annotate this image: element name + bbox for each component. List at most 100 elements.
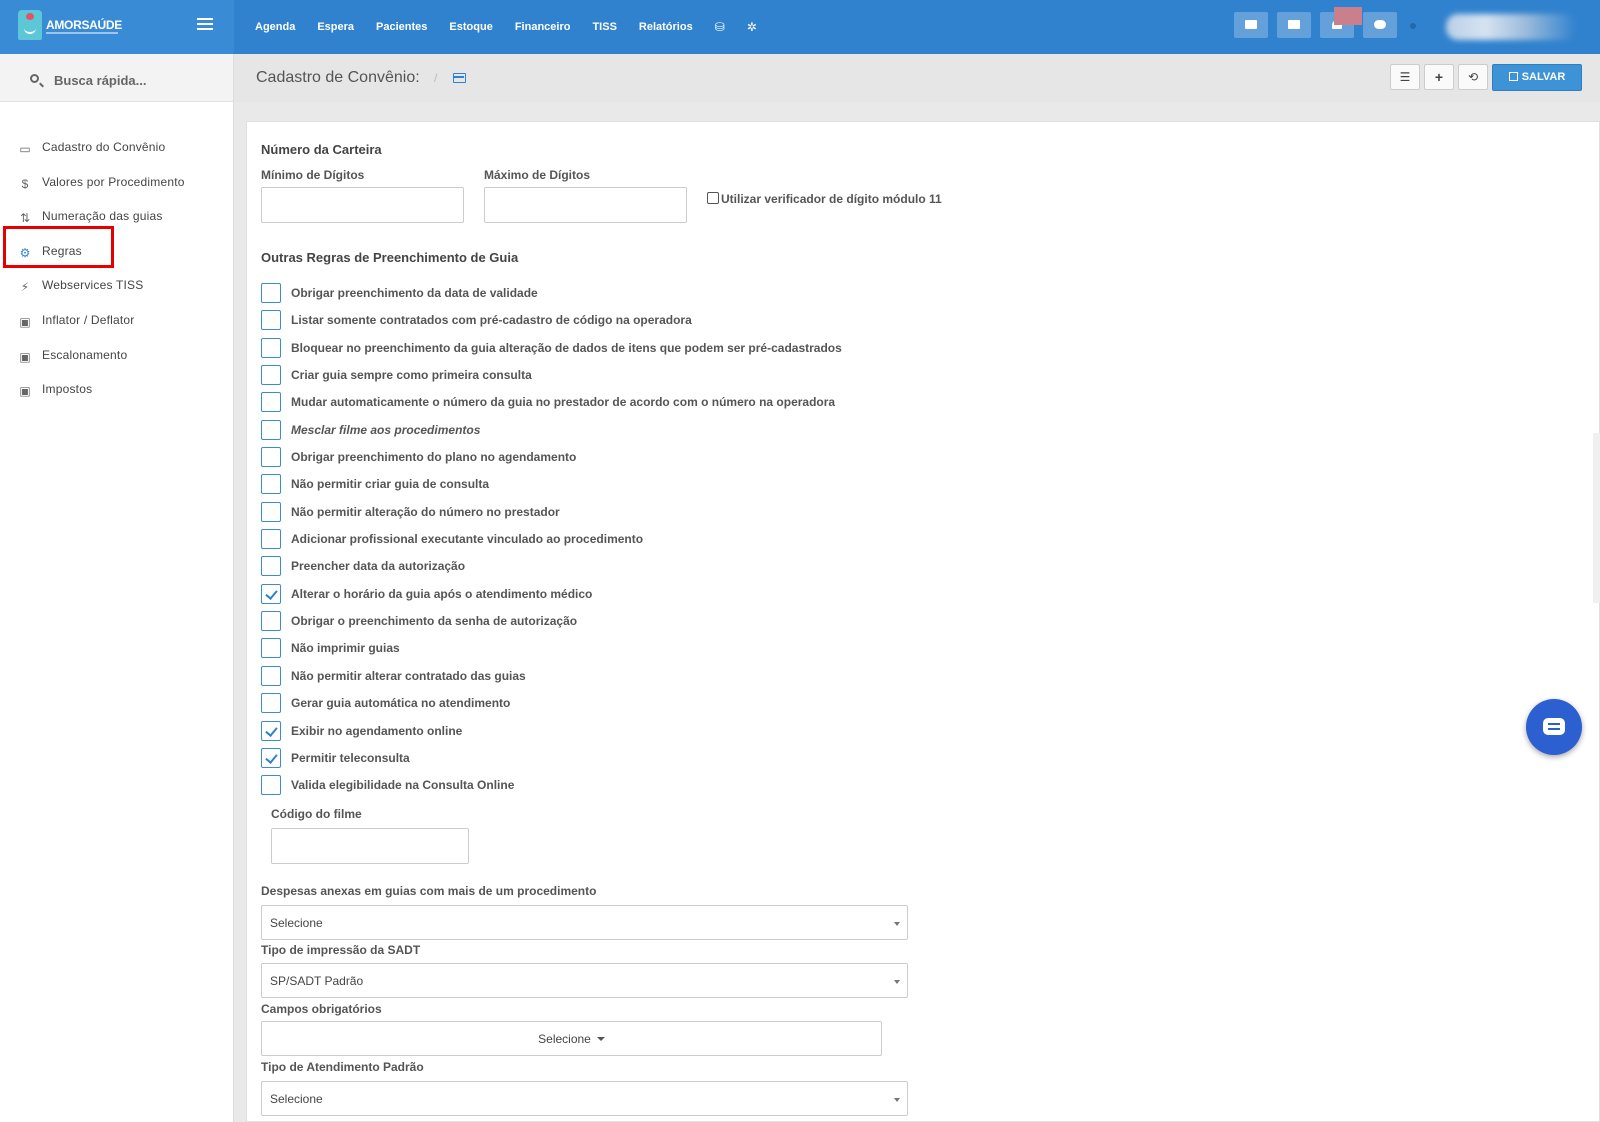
chat-widget-button[interactable] — [1526, 699, 1582, 755]
list-view-button[interactable]: ☰ — [1390, 64, 1420, 90]
sidebar-item-webservices[interactable]: ⚡ Webservices TISS — [0, 270, 234, 305]
checkbox-checked[interactable] — [261, 747, 281, 768]
sidebar-item-regras[interactable]: ⚙ Regras — [0, 236, 234, 271]
nav-agenda[interactable]: Agenda — [255, 21, 295, 33]
rule-option[interactable]: Não permitir alterar contratado das guia… — [261, 664, 1061, 691]
rule-option[interactable]: Alterar o horário da guia após o atendim… — [261, 582, 1061, 609]
history-button[interactable]: ⟲ — [1458, 64, 1488, 90]
inbox-icon — [1245, 20, 1257, 29]
checkbox[interactable] — [261, 693, 281, 714]
sidebar-item-label: Webservices TISS — [42, 278, 144, 293]
sidebar-item-cadastro[interactable]: ▭ Cadastro do Convênio — [0, 132, 234, 167]
nav-pacientes[interactable]: Pacientes — [376, 21, 427, 33]
logo-icon[interactable] — [18, 10, 42, 40]
logo-area: AMORSAÚDE — [0, 0, 234, 54]
rule-option[interactable]: Adicionar profissional executante vincul… — [261, 527, 1061, 554]
checkbox[interactable] — [261, 447, 281, 468]
inbox-button[interactable] — [1234, 12, 1268, 38]
rule-option[interactable]: Obrigar o preenchimento da senha de auto… — [261, 609, 1061, 636]
save-icon — [1508, 72, 1518, 81]
quick-search[interactable]: Busca rápida... — [0, 54, 233, 102]
checkbox-checked[interactable] — [261, 583, 281, 604]
checkbox[interactable] — [261, 611, 281, 632]
checkbox-checked[interactable] — [261, 720, 281, 741]
sidebar-item-escalonamento[interactable]: ▣ Escalonamento — [0, 340, 234, 375]
nav-financeiro[interactable]: Financeiro — [515, 21, 571, 33]
nav-estoque[interactable]: Estoque — [449, 21, 492, 33]
sidebar-item-valores[interactable]: $ Valores por Procedimento — [0, 167, 234, 202]
checkbox[interactable] — [261, 392, 281, 413]
checkbox[interactable] — [261, 665, 281, 686]
list-button[interactable] — [1277, 12, 1311, 38]
campos-label: Campos obrigatórios — [261, 1002, 382, 1016]
money-icon: ▣ — [19, 384, 31, 399]
nav-relatorios[interactable]: Relatórios — [639, 21, 693, 33]
checkbox[interactable] — [261, 365, 281, 386]
rule-option[interactable]: Listar somente contratados com pré-cadas… — [261, 308, 1061, 335]
rule-option[interactable]: Bloquear no preenchimento da guia altera… — [261, 336, 1061, 363]
checkbox[interactable] — [261, 310, 281, 331]
rule-label: Permitir teleconsulta — [291, 750, 410, 765]
despesas-select[interactable]: Selecione — [261, 905, 908, 940]
nav-espera[interactable]: Espera — [317, 21, 354, 33]
mod11-checkbox[interactable]: Utilizar verificador de dígito módulo 11 — [707, 192, 942, 206]
rule-option[interactable]: Não imprimir guias — [261, 636, 1061, 663]
main-nav: Agenda Espera Pacientes Estoque Financei… — [244, 0, 768, 54]
atendimento-select[interactable]: Selecione — [261, 1081, 908, 1116]
rule-label: Obrigar preenchimento do plano no agenda… — [291, 450, 577, 465]
quick-search-label: Busca rápida... — [54, 73, 147, 88]
film-code-input[interactable] — [271, 828, 469, 864]
checkbox[interactable] — [261, 337, 281, 358]
rule-label: Alterar o horário da guia após o atendim… — [291, 586, 593, 601]
mod11-checkbox-box[interactable] — [707, 192, 719, 204]
user-menu[interactable] — [1446, 14, 1576, 40]
rule-option[interactable]: Mudar automaticamente o número da guia n… — [261, 390, 1061, 417]
nav-tiss[interactable]: TISS — [592, 21, 616, 33]
rule-label: Obrigar preenchimento da data de validad… — [291, 286, 538, 300]
checkbox[interactable] — [261, 474, 281, 495]
rule-option[interactable]: Permitir teleconsulta — [261, 746, 1061, 773]
messages-button[interactable] — [1363, 12, 1397, 38]
checkbox[interactable] — [261, 283, 281, 303]
campos-multiselect[interactable]: Selecione — [261, 1021, 882, 1056]
despesas-label: Despesas anexas em guias com mais de um … — [261, 884, 597, 898]
min-digits-input[interactable] — [261, 187, 464, 223]
checkbox[interactable] — [261, 556, 281, 577]
checkbox[interactable] — [261, 501, 281, 522]
sadt-select[interactable]: SP/SADT Padrão — [261, 963, 908, 998]
rule-option[interactable]: Criar guia sempre como primeira consulta — [261, 363, 1061, 390]
checkbox[interactable] — [261, 638, 281, 659]
sidebar-item-numeracao[interactable]: ⇅ Numeração das guias — [0, 201, 234, 236]
add-button[interactable]: + — [1424, 64, 1454, 90]
rule-option[interactable]: Exibir no agendamento online — [261, 719, 1061, 746]
rule-option[interactable]: Não permitir alteração do número no pres… — [261, 500, 1061, 527]
rule-label: Não imprimir guias — [291, 641, 400, 656]
checkbox[interactable] — [261, 775, 281, 796]
max-digits-input[interactable] — [484, 187, 687, 223]
search-icon — [30, 74, 39, 83]
rule-label: Adicionar profissional executante vincul… — [291, 532, 644, 547]
rule-option[interactable]: Obrigar preenchimento da data de validad… — [261, 281, 1061, 308]
money-icon: ▣ — [19, 314, 31, 329]
sidebar-menu: ▭ Cadastro do Convênio $ Valores por Pro… — [0, 132, 234, 409]
rule-option[interactable]: Não permitir criar guia de consulta — [261, 472, 1061, 499]
checkbox[interactable] — [261, 419, 281, 440]
rule-option[interactable]: Valida elegibilidade na Consulta Online — [261, 773, 1061, 800]
logo-text[interactable]: AMORSAÚDE — [46, 18, 122, 32]
campos-value-text: Selecione — [538, 1032, 591, 1046]
sidebar-item-inflator[interactable]: ▣ Inflator / Deflator — [0, 305, 234, 340]
save-button[interactable]: SALVAR — [1492, 64, 1582, 91]
credit-card-icon — [453, 73, 466, 83]
rule-option[interactable]: Obrigar preenchimento do plano no agenda… — [261, 445, 1061, 472]
rule-option[interactable]: Mesclar filme aos procedimentos — [261, 418, 1061, 445]
rule-label: Bloquear no preenchimento da guia altera… — [291, 340, 842, 355]
database-icon[interactable]: ⛁ — [715, 20, 725, 34]
sidebar-item-label: Impostos — [42, 382, 93, 397]
checkbox[interactable] — [261, 529, 281, 550]
rule-option[interactable]: Preencher data da autorização — [261, 554, 1061, 581]
sidebar-item-impostos[interactable]: ▣ Impostos — [0, 374, 234, 409]
caret-down-icon — [894, 922, 900, 926]
rule-option[interactable]: Gerar guia automática no atendimento — [261, 691, 1061, 718]
gear-icon[interactable]: ✲ — [747, 20, 757, 34]
menu-toggle-icon[interactable] — [197, 18, 213, 32]
